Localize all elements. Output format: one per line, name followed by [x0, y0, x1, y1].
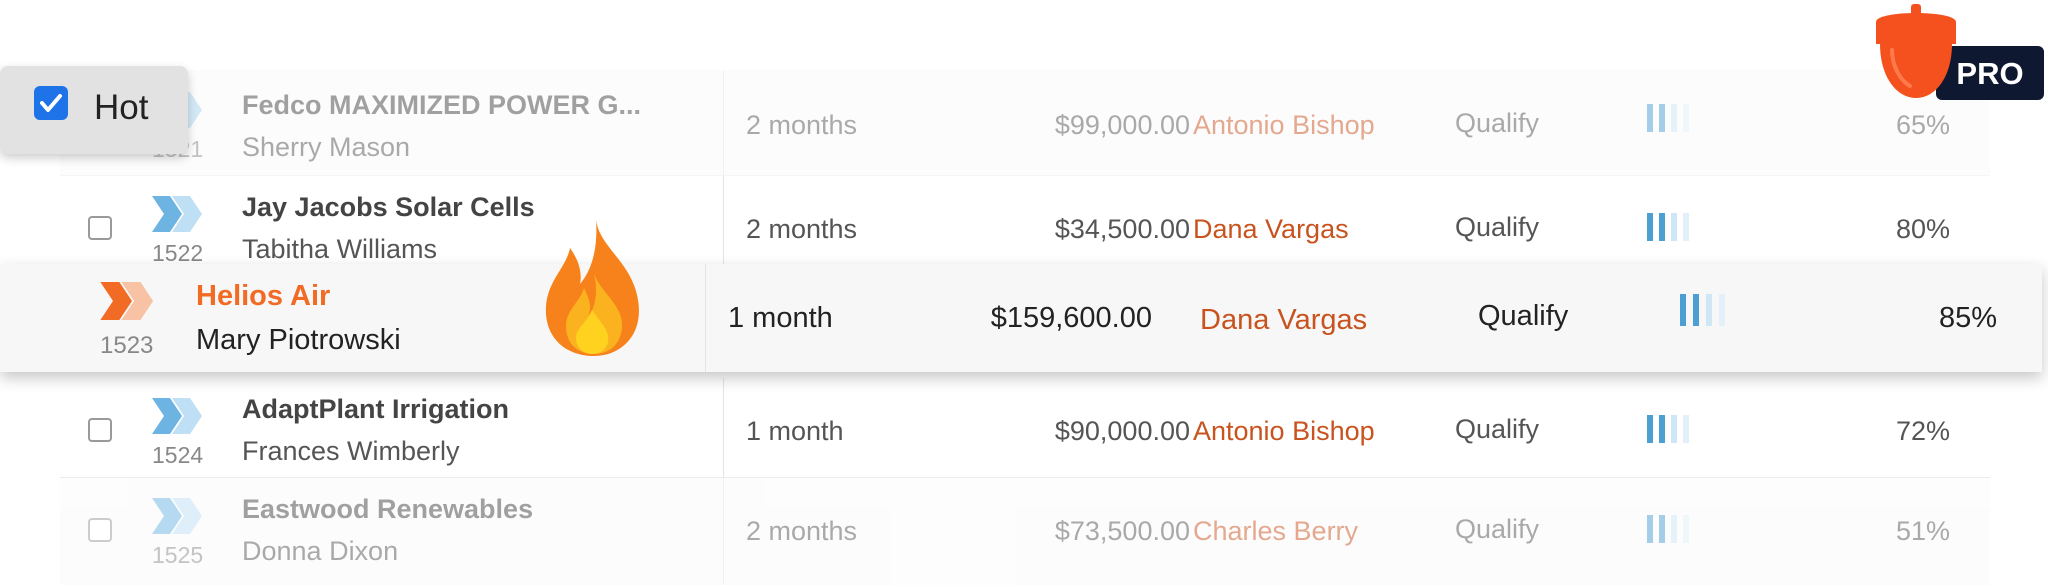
- row-checkbox[interactable]: [88, 518, 112, 542]
- table-row[interactable]: 1525 Eastwood Renewables Donna Dixon 2 m…: [60, 478, 1990, 585]
- deal-owner[interactable]: Charles Berry: [1193, 516, 1358, 547]
- contact-name: Mary Piotrowski: [196, 324, 401, 356]
- column-divider: [723, 176, 724, 276]
- hot-filter-toggle[interactable]: Hot: [0, 66, 188, 154]
- checkmark-icon: [40, 94, 62, 112]
- column-divider: [705, 264, 706, 372]
- deal-age: 2 months: [746, 516, 858, 546]
- company-name[interactable]: Helios Air: [196, 280, 330, 313]
- contact-name: Frances Wimberly: [242, 436, 460, 466]
- row-checkbox[interactable]: [88, 216, 112, 240]
- stage-chevron-icon: [152, 398, 202, 434]
- row-id: 1523: [100, 332, 154, 359]
- row-id: 1522: [152, 240, 204, 266]
- acorn-icon: [1876, 4, 1956, 98]
- deal-amount: $73,500.00: [1054, 516, 1190, 546]
- table-row[interactable]: 1524 AdaptPlant Irrigation Frances Wimbe…: [60, 378, 1990, 478]
- hot-filter-label: Hot: [94, 88, 149, 127]
- deal-owner[interactable]: Dana Vargas: [1200, 304, 1367, 337]
- deal-owner[interactable]: Antonio Bishop: [1193, 110, 1375, 141]
- fire-icon: [545, 220, 639, 356]
- stage-chevron-icon: [152, 196, 202, 232]
- deal-stage: Qualify: [1455, 108, 1540, 138]
- deal-age: 2 months: [746, 110, 858, 140]
- hot-checkbox[interactable]: [34, 86, 68, 120]
- deal-stage: Qualify: [1478, 300, 1569, 332]
- row-id: 1524: [152, 442, 204, 468]
- deal-amount: $90,000.00: [1054, 416, 1190, 446]
- contact-name: Donna Dixon: [242, 536, 399, 566]
- deal-age: 1 month: [728, 302, 833, 334]
- company-name[interactable]: Fedco MAXIMIZED POWER G...: [242, 90, 641, 121]
- win-probability: 85%: [1938, 302, 1997, 334]
- pro-badge: PRO: [1872, 0, 2048, 104]
- deal-age: 1 month: [746, 416, 844, 446]
- deal-owner[interactable]: Antonio Bishop: [1193, 416, 1375, 447]
- column-divider: [723, 378, 724, 478]
- win-probability: 51%: [1895, 516, 1950, 546]
- company-name[interactable]: Eastwood Renewables: [242, 494, 533, 525]
- stage-progress-bars: [1680, 294, 1740, 326]
- row-id: 1525: [152, 542, 204, 568]
- column-divider: [723, 70, 724, 176]
- deal-stage: Qualify: [1455, 212, 1540, 242]
- stage-chevron-icon: [100, 282, 154, 320]
- contact-name: Sherry Mason: [242, 132, 411, 162]
- deal-amount: $34,500.00: [1054, 214, 1190, 244]
- deal-stage: Qualify: [1455, 514, 1540, 544]
- row-checkbox[interactable]: [0, 264, 28, 292]
- column-divider: [723, 478, 724, 585]
- stage-progress-bars: [1647, 213, 1707, 241]
- stage-progress-bars: [1647, 515, 1707, 543]
- row-checkbox[interactable]: [88, 418, 112, 442]
- win-probability: 72%: [1895, 416, 1950, 446]
- table-row[interactable]: 1522 Jay Jacobs Solar Cells Tabitha Will…: [60, 176, 1990, 276]
- table-row[interactable]: 1521 Fedco MAXIMIZED POWER G... Sherry M…: [60, 70, 1990, 176]
- deal-amount: $99,000.00: [1054, 110, 1190, 140]
- win-probability: 80%: [1895, 214, 1950, 244]
- contact-name: Tabitha Williams: [242, 234, 438, 264]
- win-probability: 65%: [1895, 110, 1950, 140]
- stage-progress-bars: [1647, 104, 1707, 132]
- company-name[interactable]: AdaptPlant Irrigation: [242, 394, 509, 425]
- company-name[interactable]: Jay Jacobs Solar Cells: [242, 192, 535, 223]
- stage-chevron-icon: [152, 498, 202, 534]
- deal-stage: Qualify: [1455, 414, 1540, 444]
- deal-owner[interactable]: Dana Vargas: [1193, 214, 1349, 245]
- stage-progress-bars: [1647, 415, 1707, 443]
- deal-amount: $159,600.00: [990, 302, 1152, 334]
- deal-age: 2 months: [746, 214, 858, 244]
- table-row-hot[interactable]: 1523 Helios Air Mary Piotrowski 1 month …: [0, 264, 2042, 372]
